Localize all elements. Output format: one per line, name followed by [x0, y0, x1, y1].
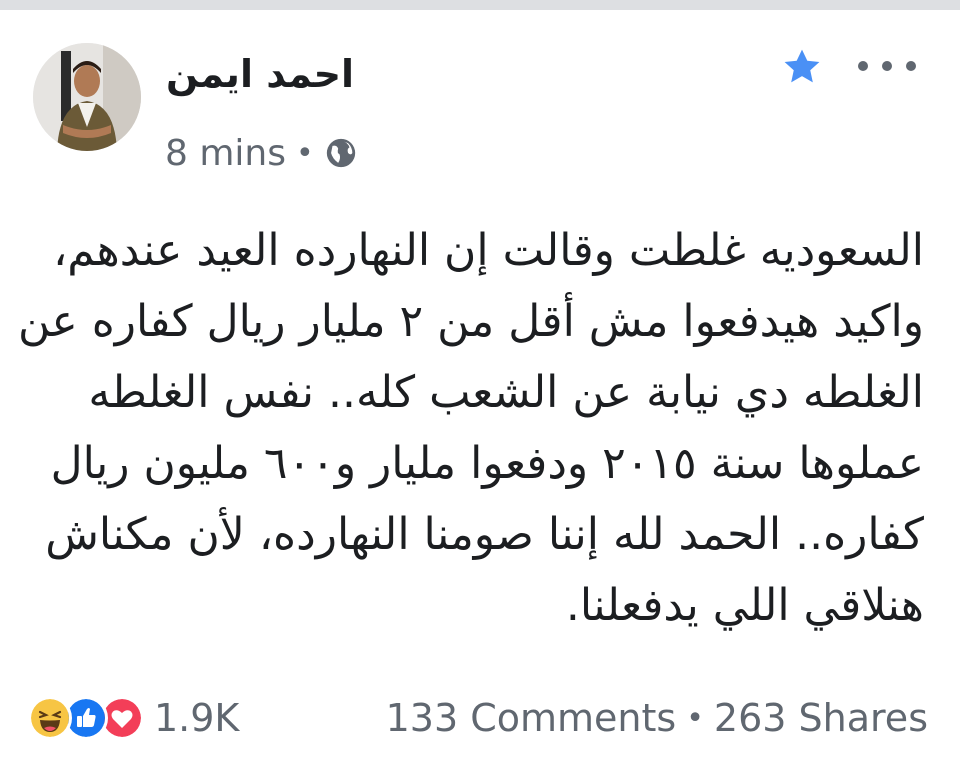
reaction-count: 1.9K: [154, 696, 240, 740]
reactions-summary[interactable]: 1.9K: [28, 690, 239, 746]
post-line: عملوها سنة ٢٠١٥ ودفعوا مليار و٦٠٠ مليون …: [50, 438, 924, 489]
star-icon[interactable]: [780, 45, 824, 89]
post-line: السعوديه غلطت وقالت إن النهارده العيد عن…: [53, 225, 924, 276]
stats-separator: •: [686, 700, 704, 736]
top-divider: [0, 0, 960, 10]
post-line: كفاره.. الحمد لله إننا صومنا النهارده، ل…: [45, 509, 924, 560]
comments-count[interactable]: 133 Comments: [386, 696, 677, 740]
meta-separator: •: [296, 135, 314, 171]
more-dots-icon[interactable]: [858, 50, 916, 82]
post-line: هنلاقي اللي يدفعلنا.: [565, 580, 924, 631]
post-line: الغلطه دي نيابة عن الشعب كله.. نفس الغلط…: [88, 367, 924, 418]
post-meta: 8 mins •: [165, 128, 358, 178]
post-time[interactable]: 8 mins: [165, 133, 286, 174]
haha-icon: [28, 696, 72, 740]
post-body: السعوديه غلطت وقالت إن النهارده العيد عن…: [17, 215, 924, 641]
avatar[interactable]: [33, 43, 141, 151]
engagement-stats: 133 Comments • 263 Shares: [386, 690, 928, 746]
post-line: واكيد هيدفعوا مش أقل من ٢ مليار ريال كفا…: [17, 296, 924, 347]
globe-icon[interactable]: [324, 136, 358, 170]
author-name[interactable]: احمد ايمن: [166, 52, 366, 96]
post-footer: 1.9K 133 Comments • 263 Shares: [28, 690, 928, 746]
shares-count[interactable]: 263 Shares: [714, 696, 928, 740]
